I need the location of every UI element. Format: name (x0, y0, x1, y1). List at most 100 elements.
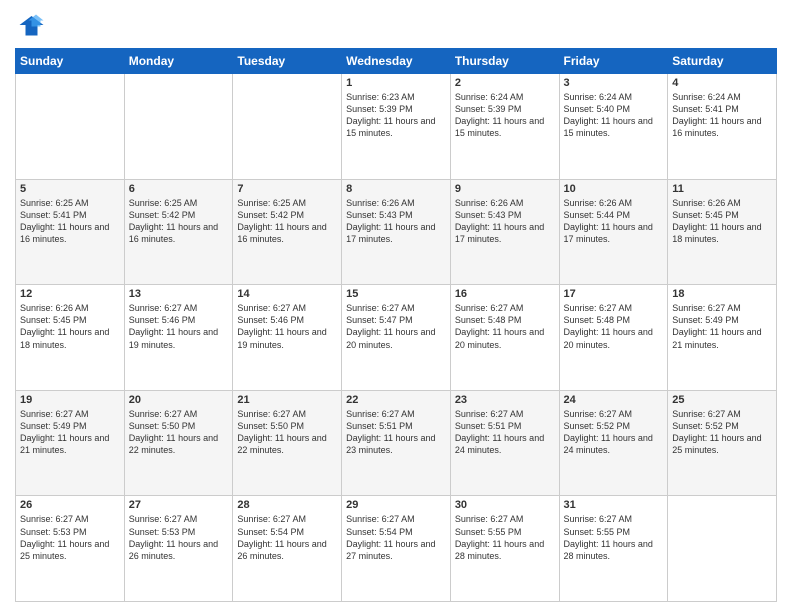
logo-icon (15, 10, 45, 40)
day-number: 24 (564, 394, 664, 406)
calendar-week-row: 26 Sunrise: 6:27 AM Sunset: 5:53 PM Dayli… (16, 496, 777, 602)
calendar-cell: 2 Sunrise: 6:24 AM Sunset: 5:39 PM Daylig… (450, 74, 559, 180)
calendar-header: SundayMondayTuesdayWednesdayThursdayFrid… (16, 49, 777, 74)
day-content: Sunrise: 6:27 AM Sunset: 5:48 PM Dayligh… (564, 302, 664, 351)
day-content: Sunrise: 6:27 AM Sunset: 5:46 PM Dayligh… (237, 302, 337, 351)
day-number: 20 (129, 394, 229, 406)
day-of-week-header: Tuesday (233, 49, 342, 74)
calendar-body: 1 Sunrise: 6:23 AM Sunset: 5:39 PM Daylig… (16, 74, 777, 602)
day-of-week-header: Sunday (16, 49, 125, 74)
day-number: 22 (346, 394, 446, 406)
calendar-cell: 27Sunrise: 6:27 AM Sunset: 5:53 PM Dayli… (124, 496, 233, 602)
day-content: Sunrise: 6:27 AM Sunset: 5:51 PM Dayligh… (346, 408, 446, 457)
calendar-cell: 22 Sunrise: 6:27 AM Sunset: 5:51 PM Dayli… (342, 390, 451, 496)
day-number: 10 (564, 183, 664, 195)
day-content: Sunrise: 6:27 AM Sunset: 5:53 PM Dayligh… (20, 513, 120, 562)
calendar-cell: 12 Sunrise: 6:26 AM Sunset: 5:45 PM Dayli… (16, 285, 125, 391)
day-content: Sunrise: 6:26 AM Sunset: 5:45 PM Dayligh… (20, 302, 120, 351)
day-content: Sunrise: 6:27 AM Sunset: 5:50 PM Dayligh… (129, 408, 229, 457)
day-number: 12 (20, 288, 120, 300)
day-number: 7 (237, 183, 337, 195)
calendar-cell: 31Sunrise: 6:27 AM Sunset: 5:55 PM Dayli… (559, 496, 668, 602)
day-content: Sunrise: 6:27 AM Sunset: 5:52 PM Dayligh… (564, 408, 664, 457)
day-of-week-header: Wednesday (342, 49, 451, 74)
day-content: Sunrise: 6:26 AM Sunset: 5:45 PM Dayligh… (672, 197, 772, 246)
calendar-cell: 3 Sunrise: 6:24 AM Sunset: 5:40 PM Daylig… (559, 74, 668, 180)
day-number: 30 (455, 499, 555, 511)
day-number: 5 (20, 183, 120, 195)
calendar-cell: 17 Sunrise: 6:27 AM Sunset: 5:48 PM Dayli… (559, 285, 668, 391)
calendar-cell: 26 Sunrise: 6:27 AM Sunset: 5:53 PM Dayli… (16, 496, 125, 602)
calendar-cell: 6 Sunrise: 6:25 AM Sunset: 5:42 PM Daylig… (124, 179, 233, 285)
calendar-cell: 20 Sunrise: 6:27 AM Sunset: 5:50 PM Dayli… (124, 390, 233, 496)
header (15, 10, 777, 40)
day-content: Sunrise: 6:27 AM Sunset: 5:47 PM Dayligh… (346, 302, 446, 351)
day-content: Sunrise: 6:27 AM Sunset: 5:54 PM Dayligh… (237, 513, 337, 562)
day-number: 14 (237, 288, 337, 300)
calendar-cell: 13Sunrise: 6:27 AM Sunset: 5:46 PM Dayli… (124, 285, 233, 391)
day-number: 27 (129, 499, 229, 511)
day-content: Sunrise: 6:27 AM Sunset: 5:49 PM Dayligh… (20, 408, 120, 457)
day-number: 21 (237, 394, 337, 406)
day-content: Sunrise: 6:27 AM Sunset: 5:55 PM Dayligh… (455, 513, 555, 562)
day-content: Sunrise: 6:26 AM Sunset: 5:44 PM Dayligh… (564, 197, 664, 246)
day-of-week-header: Monday (124, 49, 233, 74)
day-number: 17 (564, 288, 664, 300)
day-number: 29 (346, 499, 446, 511)
calendar-cell: 14 Sunrise: 6:27 AM Sunset: 5:46 PM Dayli… (233, 285, 342, 391)
day-content: Sunrise: 6:24 AM Sunset: 5:39 PM Dayligh… (455, 91, 555, 140)
calendar-table: SundayMondayTuesdayWednesdayThursdayFrid… (15, 48, 777, 602)
calendar-week-row: 12 Sunrise: 6:26 AM Sunset: 5:45 PM Dayli… (16, 285, 777, 391)
day-content: Sunrise: 6:25 AM Sunset: 5:41 PM Dayligh… (20, 197, 120, 246)
day-content: Sunrise: 6:27 AM Sunset: 5:51 PM Dayligh… (455, 408, 555, 457)
day-number: 11 (672, 183, 772, 195)
calendar-cell: 10 Sunrise: 6:26 AM Sunset: 5:44 PM Dayli… (559, 179, 668, 285)
day-number: 25 (672, 394, 772, 406)
calendar-week-row: 19 Sunrise: 6:27 AM Sunset: 5:49 PM Dayli… (16, 390, 777, 496)
calendar-cell: 4Sunrise: 6:24 AM Sunset: 5:41 PM Daylig… (668, 74, 777, 180)
day-number: 16 (455, 288, 555, 300)
calendar-cell: 16Sunrise: 6:27 AM Sunset: 5:48 PM Dayli… (450, 285, 559, 391)
calendar-cell: 25 Sunrise: 6:27 AM Sunset: 5:52 PM Dayli… (668, 390, 777, 496)
day-content: Sunrise: 6:27 AM Sunset: 5:52 PM Dayligh… (672, 408, 772, 457)
calendar-cell: 29Sunrise: 6:27 AM Sunset: 5:54 PM Dayli… (342, 496, 451, 602)
day-number: 8 (346, 183, 446, 195)
day-number: 4 (672, 77, 772, 89)
day-number: 18 (672, 288, 772, 300)
day-of-week-header: Thursday (450, 49, 559, 74)
calendar-cell (124, 74, 233, 180)
calendar-cell: 1 Sunrise: 6:23 AM Sunset: 5:39 PM Daylig… (342, 74, 451, 180)
day-content: Sunrise: 6:25 AM Sunset: 5:42 PM Dayligh… (129, 197, 229, 246)
calendar-cell: 7 Sunrise: 6:25 AM Sunset: 5:42 PM Daylig… (233, 179, 342, 285)
calendar-cell: 18 Sunrise: 6:27 AM Sunset: 5:49 PM Dayli… (668, 285, 777, 391)
day-content: Sunrise: 6:23 AM Sunset: 5:39 PM Dayligh… (346, 91, 446, 140)
calendar-cell: 9Sunrise: 6:26 AM Sunset: 5:43 PM Daylig… (450, 179, 559, 285)
day-number: 1 (346, 77, 446, 89)
day-content: Sunrise: 6:25 AM Sunset: 5:42 PM Dayligh… (237, 197, 337, 246)
calendar-cell: 24 Sunrise: 6:27 AM Sunset: 5:52 PM Dayli… (559, 390, 668, 496)
day-number: 23 (455, 394, 555, 406)
day-content: Sunrise: 6:24 AM Sunset: 5:40 PM Dayligh… (564, 91, 664, 140)
day-of-week-header: Friday (559, 49, 668, 74)
day-number: 3 (564, 77, 664, 89)
day-content: Sunrise: 6:27 AM Sunset: 5:50 PM Dayligh… (237, 408, 337, 457)
calendar-cell: 11 Sunrise: 6:26 AM Sunset: 5:45 PM Dayli… (668, 179, 777, 285)
header-row: SundayMondayTuesdayWednesdayThursdayFrid… (16, 49, 777, 74)
day-content: Sunrise: 6:26 AM Sunset: 5:43 PM Dayligh… (346, 197, 446, 246)
day-of-week-header: Saturday (668, 49, 777, 74)
logo (15, 10, 49, 40)
day-content: Sunrise: 6:27 AM Sunset: 5:46 PM Dayligh… (129, 302, 229, 351)
calendar-cell: 30 Sunrise: 6:27 AM Sunset: 5:55 PM Dayli… (450, 496, 559, 602)
day-number: 19 (20, 394, 120, 406)
day-number: 26 (20, 499, 120, 511)
calendar-cell (233, 74, 342, 180)
calendar-cell: 23 Sunrise: 6:27 AM Sunset: 5:51 PM Dayli… (450, 390, 559, 496)
calendar-cell: 21 Sunrise: 6:27 AM Sunset: 5:50 PM Dayli… (233, 390, 342, 496)
calendar-week-row: 1 Sunrise: 6:23 AM Sunset: 5:39 PM Daylig… (16, 74, 777, 180)
day-number: 2 (455, 77, 555, 89)
calendar-cell (16, 74, 125, 180)
day-number: 6 (129, 183, 229, 195)
calendar-week-row: 5 Sunrise: 6:25 AM Sunset: 5:41 PM Daylig… (16, 179, 777, 285)
calendar-cell: 5 Sunrise: 6:25 AM Sunset: 5:41 PM Daylig… (16, 179, 125, 285)
day-content: Sunrise: 6:27 AM Sunset: 5:49 PM Dayligh… (672, 302, 772, 351)
